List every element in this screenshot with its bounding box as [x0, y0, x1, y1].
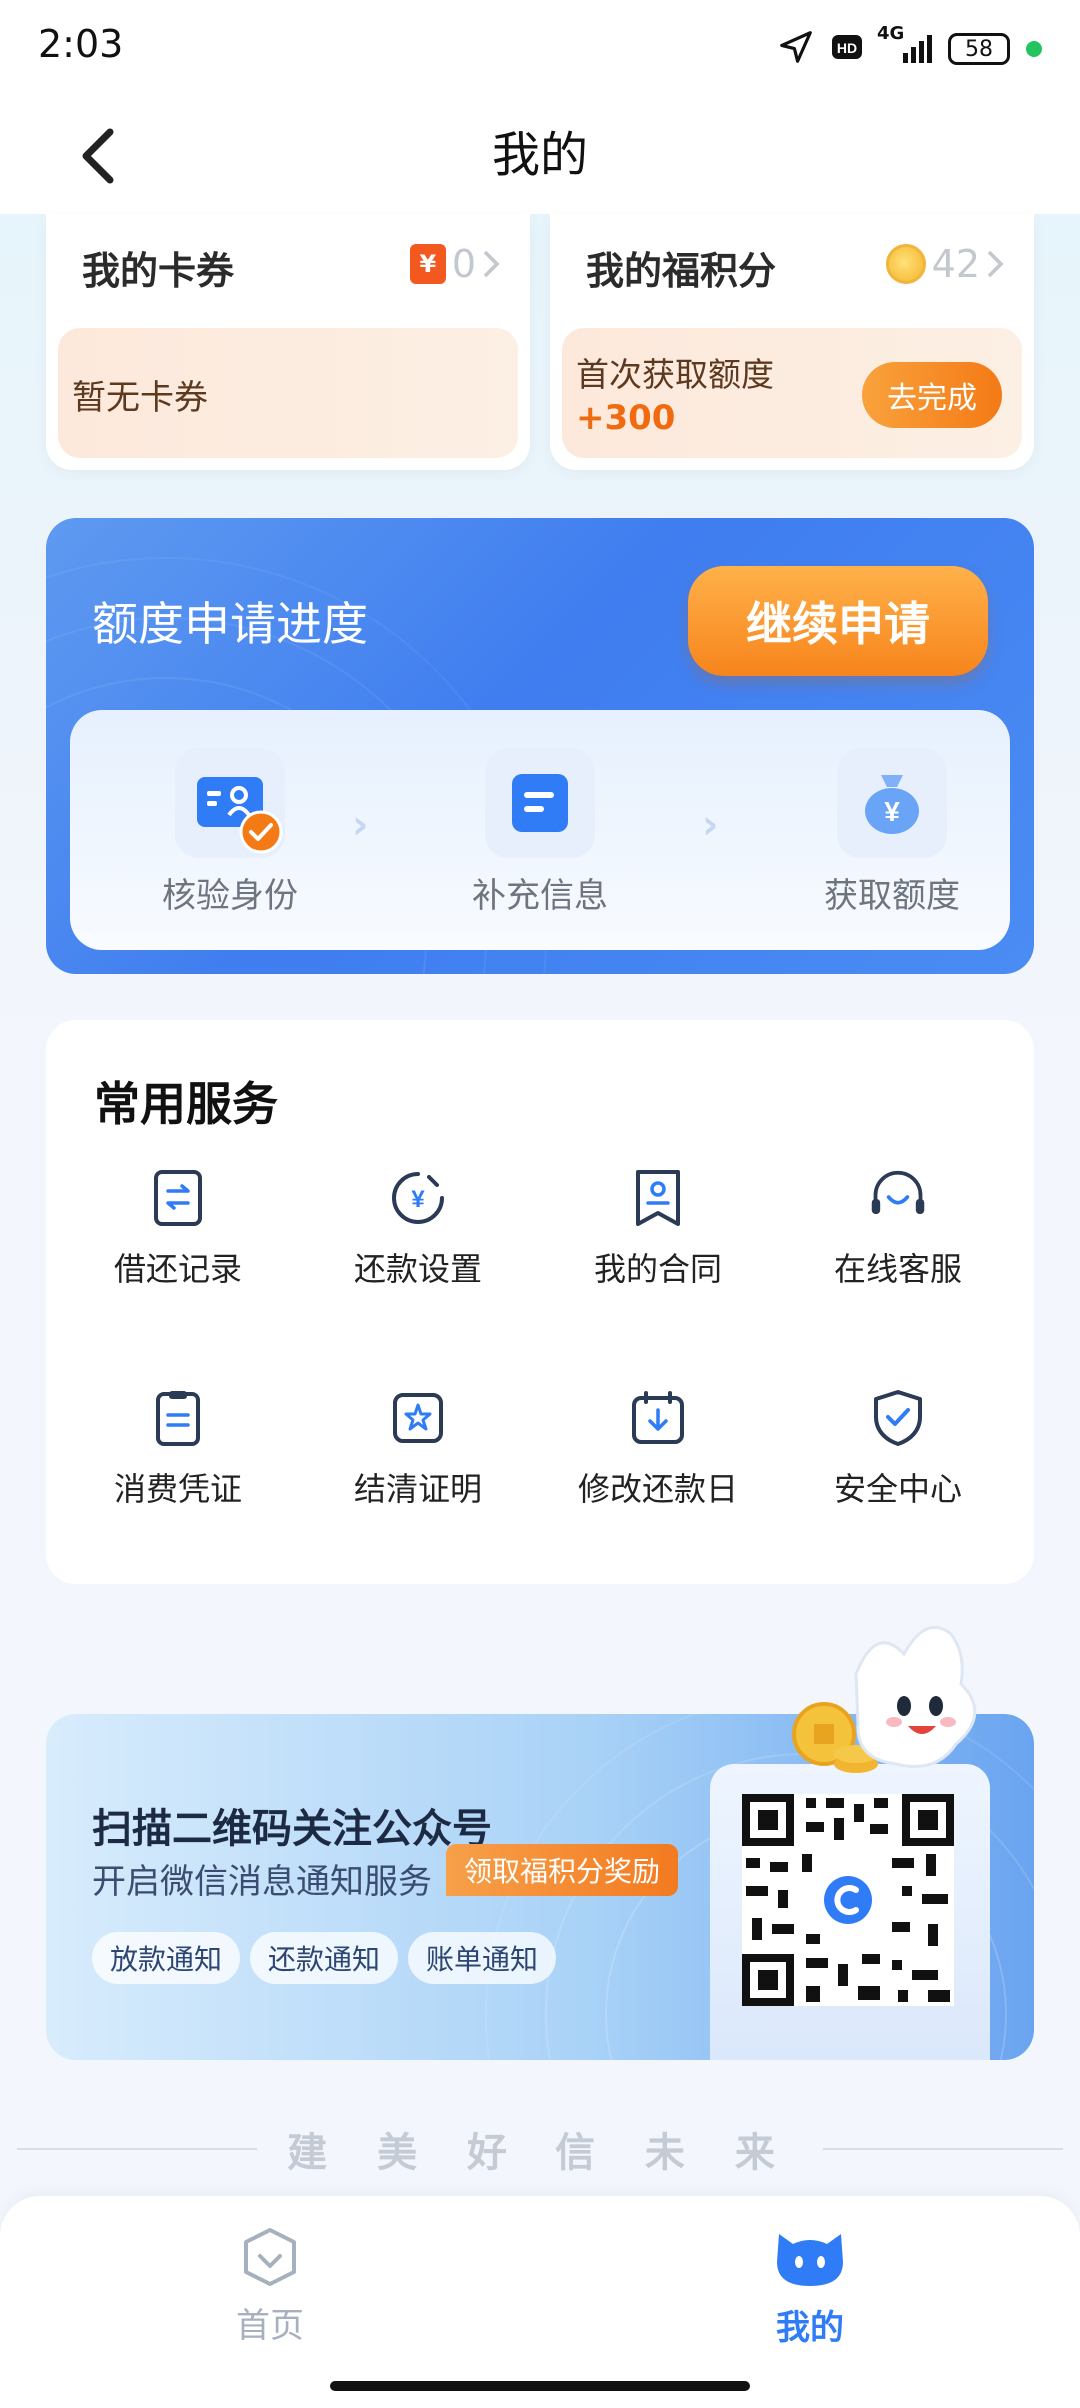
coin-icon: [885, 244, 926, 284]
step-label: 核验身份: [162, 876, 298, 916]
divider-line: [822, 2148, 1063, 2150]
step-verify-identity[interactable]: 核验身份: [120, 748, 340, 917]
points-count: 42: [931, 242, 980, 286]
points-task-panel: 首次获取额度 +300 去完成: [562, 328, 1022, 458]
divider-line: [17, 2148, 258, 2150]
mascot-image: [786, 1614, 996, 1804]
certificate-icon: [388, 1388, 448, 1448]
document-icon: [485, 748, 595, 858]
slogan-divider: 建 美 好 信 未 来: [0, 2120, 1080, 2178]
points-title: 我的福积分: [586, 249, 777, 293]
coupons-count: 0: [451, 242, 476, 286]
service-label: 还款设置: [353, 1250, 482, 1288]
service-security-center[interactable]: 安全中心: [778, 1388, 1018, 1510]
service-my-contract[interactable]: 我的合同: [538, 1168, 778, 1290]
notification-chips: 放款通知 还款通知 账单通知: [92, 1932, 557, 1984]
chevron-right-icon: [987, 250, 1004, 278]
coupons-count-row: ¥ 0: [409, 242, 500, 286]
coupons-title: 我的卡券: [82, 249, 235, 293]
qr-code-panel: [710, 1764, 990, 2060]
home-indicator: [330, 2381, 750, 2391]
common-services-card: 常用服务 借还记录 ¥ 还款设置 我的合同 在线客服 消费凭证 结清证明 修改还…: [46, 1020, 1034, 1584]
svg-text:HD: HD: [837, 40, 857, 56]
record-icon: [148, 1168, 208, 1228]
service-change-repay-date[interactable]: 修改还款日: [538, 1388, 778, 1510]
calendar-icon: [628, 1388, 688, 1448]
network-type: 4G: [877, 23, 905, 44]
nav-header: 我的: [0, 96, 1080, 214]
step-label: 补充信息: [472, 876, 608, 916]
service-label: 修改还款日: [577, 1470, 738, 1508]
back-button[interactable]: [60, 118, 136, 194]
continue-apply-button[interactable]: 继续申请: [688, 566, 988, 676]
page-title: 我的: [491, 127, 588, 183]
step-arrow-icon: ›: [702, 802, 719, 848]
service-online-support[interactable]: 在线客服: [778, 1168, 1018, 1290]
points-card[interactable]: 我的福积分 42 首次获取额度 +300 去完成: [550, 214, 1034, 470]
quota-progress-card: 额度申请进度 继续申请 核验身份 › 补充信息 › ¥ 获取额度: [46, 518, 1034, 974]
service-label: 消费凭证: [113, 1470, 242, 1508]
service-consumption-receipt[interactable]: 消费凭证: [58, 1388, 298, 1510]
chevron-right-icon: [483, 250, 500, 278]
no-coupon-text: 暂无卡券: [72, 378, 208, 418]
svg-text:¥: ¥: [884, 796, 900, 827]
service-label: 我的合同: [593, 1250, 722, 1288]
service-label: 借还记录: [113, 1250, 242, 1288]
coupon-icon: ¥: [409, 244, 446, 284]
svg-text:¥: ¥: [411, 1186, 425, 1213]
points-bonus: +300: [576, 398, 676, 438]
service-settlement-certificate[interactable]: 结清证明: [298, 1388, 538, 1510]
tab-mine-label: 我的: [776, 2308, 844, 2348]
contract-icon: [628, 1168, 688, 1228]
chevron-left-icon: [82, 128, 114, 184]
first-quota-label: 首次获取额度: [576, 355, 774, 394]
go-complete-button[interactable]: 去完成: [862, 362, 1002, 428]
repay-settings-icon: ¥: [388, 1168, 448, 1228]
receipt-icon: [148, 1388, 208, 1448]
slogan-left: 建 美 好: [287, 2130, 525, 2176]
points-count-row: 42: [885, 242, 1004, 286]
service-label: 在线客服: [833, 1250, 962, 1288]
chip-loan-notice: 放款通知: [92, 1932, 241, 1984]
location-icon: [777, 28, 815, 70]
banner-title: 扫描二维码关注公众号: [92, 1806, 492, 1852]
privacy-dot: [1026, 41, 1042, 57]
home-icon: [244, 2228, 296, 2286]
money-bag-icon: ¥: [837, 748, 947, 858]
progress-title: 额度申请进度: [92, 597, 368, 651]
status-icons: HD 4G 58: [777, 23, 1042, 72]
battery-indicator: 58: [948, 33, 1010, 65]
step-arrow-icon: ›: [352, 802, 369, 848]
step-get-quota[interactable]: ¥ 获取额度: [782, 748, 1002, 917]
qr-code: [742, 1794, 954, 2006]
id-card-check-icon: [175, 748, 285, 858]
coupons-empty-panel: 暂无卡券: [58, 328, 518, 458]
steps-panel: 核验身份 › 补充信息 › ¥ 获取额度: [70, 710, 1010, 950]
headset-icon: [868, 1168, 928, 1228]
step-supplement-info[interactable]: 补充信息: [430, 748, 650, 917]
step-label: 获取额度: [824, 876, 960, 916]
service-label: 结清证明: [353, 1470, 482, 1508]
tab-home-label: 首页: [236, 2306, 304, 2346]
wechat-follow-banner[interactable]: 扫描二维码关注公众号 开启微信消息通知服务 领取福积分奖励 放款通知 还款通知 …: [46, 1625, 1034, 2060]
service-label: 安全中心: [833, 1470, 962, 1508]
tab-home[interactable]: 首页: [170, 2226, 370, 2347]
reward-tag: 领取福积分奖励: [446, 1844, 679, 1896]
status-bar: 2:03 HD 4G 58: [0, 0, 1080, 96]
service-loan-records[interactable]: 借还记录: [58, 1168, 298, 1290]
status-time: 2:03: [38, 22, 124, 66]
chip-repay-notice: 还款通知: [250, 1932, 399, 1984]
chip-bill-notice: 账单通知: [408, 1932, 557, 1984]
signal-icon: 4G: [877, 23, 932, 63]
bottom-tab-bar: 首页 我的: [0, 2196, 1080, 2408]
shield-icon: [868, 1388, 928, 1448]
mascot-tab-icon: [777, 2234, 843, 2286]
banner-subtitle: 开启微信消息通知服务: [92, 1862, 432, 1902]
coupons-card[interactable]: 我的卡券 ¥ 0 暂无卡券: [46, 214, 530, 470]
hd-icon: HD: [831, 33, 863, 65]
slogan-right: 信 未 来: [555, 2130, 793, 2176]
service-repay-settings[interactable]: ¥ 还款设置: [298, 1168, 538, 1290]
tab-mine[interactable]: 我的: [710, 2226, 910, 2349]
services-title: 常用服务: [94, 1077, 278, 1131]
